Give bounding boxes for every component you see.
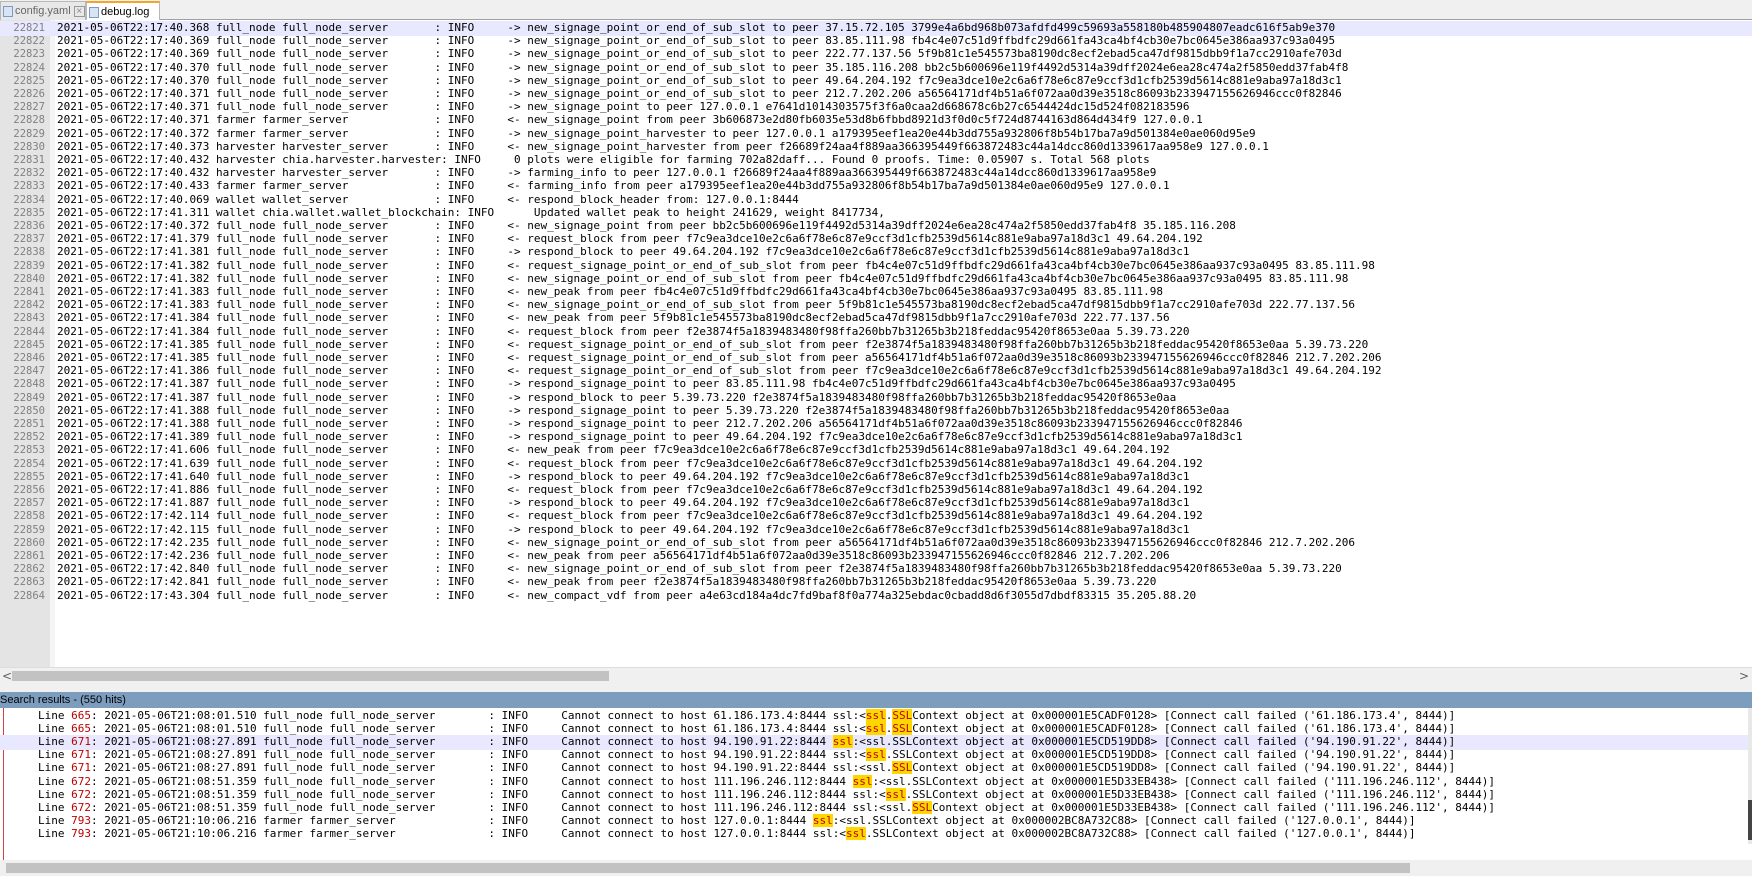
result-line-label: Line (38, 761, 72, 775)
result-text-middle: Context object at 0x000001E5CD519DD8> [C… (912, 761, 1456, 775)
tab-debug-log[interactable]: debug.log× (86, 1, 160, 36)
search-match: ssl (865, 748, 886, 762)
result-line-label: Line (38, 787, 72, 801)
search-match: ssl (865, 722, 886, 736)
result-line-number: 671 (71, 748, 91, 762)
search-match: SSL (912, 800, 933, 814)
result-text-middle: Context object at 0x000001E5D33EB438> [C… (932, 800, 1495, 814)
result-line-label: Line (38, 826, 72, 840)
result-line-number: 793 (71, 826, 91, 840)
scroll-left-icon[interactable]: < (2, 669, 12, 683)
search-match: ssl (852, 774, 873, 788)
result-line-label: Line (38, 722, 72, 736)
result-text-middle: :<ssl.SSLContext object at 0x000002BC8A7… (832, 813, 1416, 827)
tab-label: config.yaml (15, 5, 71, 17)
editor-pane[interactable]: 22821 2021-05-06T22:17:40.368 full_node f… (0, 20, 1752, 667)
result-line-number: 665 (71, 722, 91, 736)
line-number: 22864 (13, 589, 45, 602)
result-line-label: Line (38, 709, 72, 722)
log-line[interactable]: 22864 2021-05-06T22:17:43.304 full_node f… (0, 589, 1752, 604)
result-text-before: : 2021-05-06T21:08:51.359 full_node full… (91, 774, 853, 788)
file-icon (3, 5, 13, 17)
result-text-before: : 2021-05-06T21:08:27.891 full_node full… (91, 735, 833, 749)
editor-horizontal-scrollbar[interactable]: < > (0, 667, 1752, 684)
scrollbar-thumb[interactable] (6, 863, 1410, 873)
find-results-horizontal-scrollbar[interactable] (0, 860, 1752, 876)
search-match: ssl (832, 735, 853, 749)
result-text-after: Context object at 0x000001E5CADF0128> [C… (912, 722, 1456, 736)
result-text-middle: :<ssl.SSLContext object at 0x000001E5CD5… (852, 735, 1456, 749)
result-text-after: Context object at 0x000001E5CADF0128> [C… (912, 709, 1456, 722)
tab-bar: config.yaml× debug.log× (0, 0, 1752, 36)
result-text-before: : 2021-05-06T21:08:27.891 full_node full… (91, 761, 893, 775)
result-text-middle: :<ssl.SSLContext object at 0x000001E5D33… (872, 774, 1496, 788)
result-line-number: 672 (71, 774, 91, 788)
file-icon (89, 6, 99, 18)
result-text-before: : 2021-05-06T21:08:51.359 full_node full… (91, 800, 913, 814)
result-text-before: : 2021-05-06T21:10:06.216 farmer farmer_… (91, 813, 813, 827)
result-text-before: : 2021-05-06T21:08:51.359 full_node full… (91, 787, 886, 801)
search-match: ssl (885, 787, 906, 801)
result-line-number: 672 (71, 800, 91, 814)
find-results-vertical-scrollbar[interactable] (1748, 708, 1752, 844)
search-result-row[interactable]: Line 793: 2021-05-06T21:10:06.216 farmer… (0, 826, 1752, 842)
scrollbar-thumb[interactable] (1748, 800, 1752, 840)
search-result-text: Line 793: 2021-05-06T21:10:06.216 farmer… (38, 826, 1416, 842)
close-icon[interactable]: × (73, 5, 85, 17)
pane-splitter[interactable] (0, 684, 1752, 692)
result-text-middle: .SSLContext object at 0x000001E5D33EB438… (905, 787, 1496, 801)
scrollbar-thumb[interactable] (12, 671, 609, 681)
result-text-middle: .SSLContext object at 0x000001E5CD519DD8… (885, 748, 1456, 762)
search-match: SSL (892, 709, 913, 722)
result-line-number: 671 (71, 735, 91, 749)
result-line-label: Line (38, 774, 72, 788)
result-line-label: Line (38, 735, 72, 749)
search-match: ssl (865, 709, 886, 722)
result-line-number: 671 (71, 761, 91, 775)
result-line-number: 665 (71, 709, 91, 722)
result-text-middle: .SSLContext object at 0x000002BC8A732C88… (865, 826, 1416, 840)
result-text-before: : 2021-05-06T21:08:01.510 full_node full… (91, 709, 866, 722)
search-match: SSL (892, 722, 913, 736)
result-line-label: Line (38, 748, 72, 762)
result-text-before: : 2021-05-06T21:08:27.891 full_node full… (91, 748, 866, 762)
result-text-before: : 2021-05-06T21:08:01.510 full_node full… (91, 722, 866, 736)
search-match: SSL (892, 761, 913, 775)
search-match: ssl (845, 826, 866, 840)
result-line-number: 672 (71, 787, 91, 801)
result-text-before: : 2021-05-06T21:10:06.216 farmer farmer_… (91, 826, 846, 840)
result-line-label: Line (38, 813, 72, 827)
search-match: ssl (812, 813, 833, 827)
tab-config-yaml[interactable]: config.yaml × (0, 1, 86, 20)
line-text: 2021-05-06T22:17:43.304 full_node full_n… (57, 588, 1197, 602)
tab-label: debug.log (101, 6, 150, 18)
result-line-label: Line (38, 800, 72, 814)
find-results-pane[interactable]: Line 665: 2021-05-06T21:08:01.510 full_n… (0, 708, 1752, 860)
result-line-number: 793 (71, 813, 91, 827)
scroll-right-icon[interactable]: > (1739, 669, 1749, 683)
find-results-header: Search results - (550 hits) (0, 692, 1752, 708)
